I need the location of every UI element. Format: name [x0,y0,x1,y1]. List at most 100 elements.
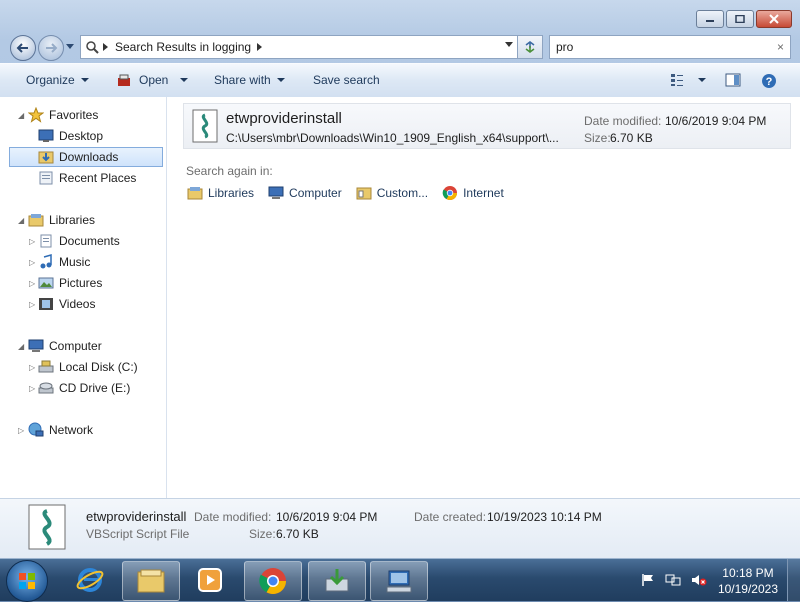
clock[interactable]: 10:18 PM 10/19/2023 [718,565,778,597]
back-button[interactable] [10,35,36,61]
system-tray [641,573,707,587]
nav-desktop[interactable]: Desktop [38,126,103,146]
result-size-value: 6.70 KB [610,131,653,145]
address-row: Search Results in logging pro × [0,32,800,62]
nav-libraries[interactable]: Libraries [28,210,95,230]
title-bar[interactable] [0,0,800,30]
view-options-button[interactable] [670,73,706,87]
vbscript-file-icon [28,504,66,550]
preview-pane-button[interactable] [725,73,741,87]
search-again-custom-label: Custom... [376,186,429,200]
nav-recent-places[interactable]: Recent Places [38,168,136,188]
music-icon [40,254,52,269]
nav-cd-drive-label: CD Drive (E:) [59,381,131,395]
maximize-button[interactable] [726,10,754,28]
minimize-button[interactable] [696,10,724,28]
expand-arrow-icon[interactable]: ▷ [29,363,35,372]
nav-network[interactable]: Network [28,420,93,440]
nav-network-label: Network [49,423,94,437]
clear-search-icon[interactable]: × [777,40,784,54]
pictures-icon [38,277,54,289]
details-size-value: 6.70 KB [276,527,319,541]
search-box[interactable]: pro × [549,35,791,59]
search-again-internet-label: Internet [463,186,504,200]
result-date-label: Date modified: [584,114,662,128]
show-desktop-button[interactable] [787,559,800,601]
download-app-icon [325,569,349,592]
custom-folder-icon [356,187,372,200]
maximize-icon [735,15,745,23]
nav-music[interactable]: Music [38,252,90,272]
forward-button[interactable] [38,35,64,61]
taskbar-internet-explorer[interactable] [62,561,118,599]
vbscript-file-icon [192,109,218,143]
downloads-folder-icon [38,151,54,164]
details-date-modified-label: Date modified: [194,510,272,524]
nav-favorites[interactable]: Favorites [28,105,98,125]
taskbar-installer-app[interactable] [370,561,428,601]
result-item[interactable]: etwproviderinstall C:\Users\mbr\Download… [183,103,791,149]
preview-pane-icon [725,73,741,87]
taskbar-windows-explorer[interactable] [122,561,180,601]
nav-documents[interactable]: Documents [38,231,120,251]
expand-arrow-icon[interactable]: ▷ [18,426,24,435]
search-again-libraries[interactable]: Libraries [187,185,254,201]
documents-icon [40,234,52,248]
collapse-arrow-icon[interactable]: ◢ [18,342,24,351]
network-tray-icon[interactable] [665,573,681,587]
save-search-button[interactable]: Save search [313,73,380,87]
search-again-libraries-label: Libraries [208,186,255,200]
share-with-button[interactable]: Share with [214,73,285,87]
help-button[interactable]: ? [761,73,777,89]
expand-arrow-icon[interactable]: ▷ [29,258,35,267]
expand-arrow-icon[interactable]: ▷ [29,237,35,246]
search-again-internet[interactable]: Internet [442,185,504,201]
details-date-modified-value: 10/6/2019 9:04 PM [276,510,378,524]
address-bar[interactable]: Search Results in logging [80,35,518,59]
search-again-custom[interactable]: Custom... [356,185,428,201]
result-file-name[interactable]: etwproviderinstall [226,110,342,127]
nav-computer-label: Computer [49,339,102,353]
nav-local-disk-label: Local Disk (C:) [59,360,138,374]
collapse-arrow-icon[interactable]: ◢ [18,111,24,120]
collapse-arrow-icon[interactable]: ◢ [18,216,24,225]
result-file-path: C:\Users\mbr\Downloads\Win10_1909_Englis… [226,131,559,145]
nav-downloads[interactable]: Downloads [9,147,163,167]
chevron-right-icon[interactable] [103,43,109,51]
nav-videos[interactable]: Videos [38,294,95,314]
volume-muted-icon[interactable] [691,573,707,587]
expand-arrow-icon[interactable]: ▷ [29,384,35,393]
search-again-computer-label: Computer [289,186,342,200]
start-button[interactable] [6,560,48,602]
open-button[interactable]: Open [117,73,189,87]
nav-local-disk[interactable]: Local Disk (C:) [38,357,138,377]
hard-drive-icon [38,360,54,373]
breadcrumb-search-results[interactable]: Search Results in logging [115,40,251,54]
close-button[interactable] [756,10,792,28]
nav-cd-drive[interactable]: CD Drive (E:) [38,378,130,398]
refresh-icon [525,41,535,53]
taskbar-media-player[interactable] [182,561,238,599]
taskbar-download-app[interactable] [308,561,366,601]
folder-icon [137,569,165,593]
nav-computer[interactable]: Computer [28,336,102,356]
search-again-computer[interactable]: Computer [268,185,342,201]
details-date-created-value: 10/19/2023 10:14 PM [487,510,602,524]
taskbar-chrome[interactable] [244,561,302,601]
details-file-type: VBScript Script File [86,527,190,541]
refresh-button[interactable] [517,35,543,59]
nav-pictures[interactable]: Pictures [38,273,102,293]
expand-arrow-icon[interactable]: ▷ [29,300,35,309]
clock-date: 10/19/2023 [717,582,778,596]
details-file-name: etwproviderinstall [86,509,187,524]
expand-arrow-icon[interactable]: ▷ [29,279,35,288]
action-center-flag-icon[interactable] [641,573,655,587]
recent-pages-dropdown-icon[interactable] [66,44,74,50]
script-open-icon [118,74,130,86]
organize-button[interactable]: Organize [26,73,89,87]
details-size-label: Size: [249,527,276,541]
search-input[interactable]: pro [556,40,573,54]
address-dropdown-icon[interactable] [505,42,513,48]
installer-app-icon [386,570,412,593]
chevron-right-icon[interactable] [257,43,263,51]
